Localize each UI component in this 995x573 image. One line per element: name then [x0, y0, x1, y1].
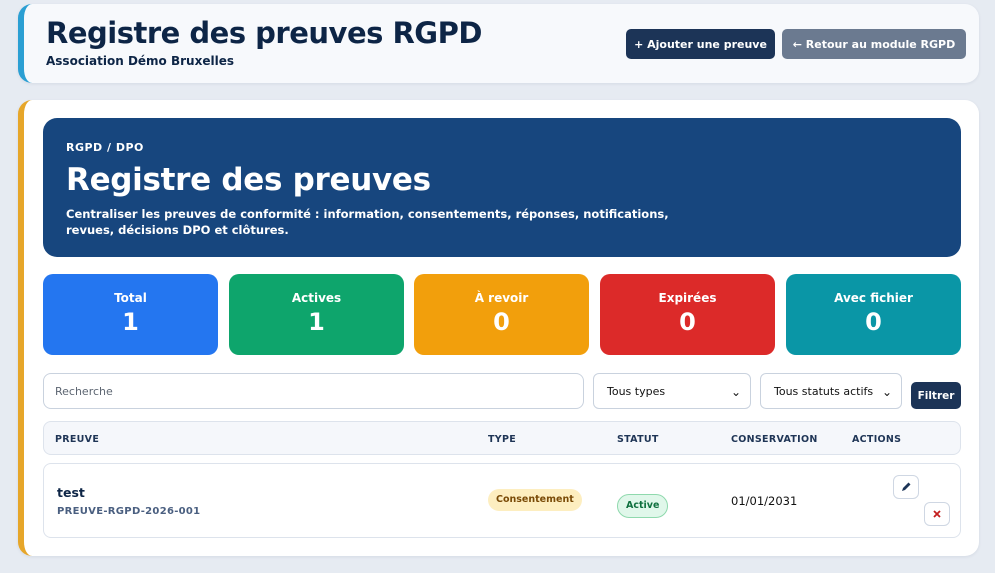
hero-banner: RGPD / DPO Registre des preuves Centrali… — [43, 118, 961, 257]
back-to-module-button[interactable]: ← Retour au module RGPD — [782, 29, 966, 59]
stat-card-to-review: À revoir 0 — [414, 274, 589, 355]
chevron-down-icon: ⌄ — [730, 385, 741, 399]
stat-label: Total — [114, 291, 147, 305]
proof-reference: PREUVE-RGPD-2026-001 — [57, 506, 201, 517]
filter-button[interactable]: Filtrer — [911, 382, 961, 409]
stat-card-actives: Actives 1 — [229, 274, 404, 355]
add-proof-button[interactable]: + Ajouter une preuve — [626, 29, 775, 59]
conservation-date: 01/01/2031 — [731, 494, 798, 508]
column-header-status: STATUT — [617, 434, 659, 445]
stat-value: 0 — [679, 308, 696, 336]
edit-button[interactable] — [893, 475, 919, 499]
organization-name: Association Démo Bruxelles — [46, 54, 234, 68]
stat-card-expired: Expirées 0 — [600, 274, 775, 355]
search-input[interactable] — [43, 373, 584, 409]
status-badge: Active — [617, 494, 669, 518]
pencil-icon — [902, 482, 911, 491]
column-header-conservation: CONSERVATION — [731, 434, 818, 445]
type-select[interactable]: Tous types ⌄ — [593, 373, 751, 409]
stat-label: Avec fichier — [834, 291, 913, 305]
column-header-proof: PREUVE — [55, 434, 100, 445]
stat-card-total: Total 1 — [43, 274, 218, 355]
stat-label: À revoir — [474, 291, 529, 305]
status-select-value: Tous statuts actifs — [774, 384, 874, 398]
stat-value: 1 — [308, 308, 325, 336]
type-select-value: Tous types — [607, 384, 666, 398]
stat-value: 0 — [865, 308, 882, 336]
hero-description: Centraliser les preuves de conformité : … — [66, 207, 669, 237]
type-badge: Consentement — [488, 489, 582, 511]
table-header: PREUVE TYPE STATUT CONSERVATION ACTIONS — [43, 421, 961, 455]
close-icon — [933, 510, 941, 518]
chevron-down-icon: ⌄ — [881, 385, 892, 399]
stat-card-with-file: Avec fichier 0 — [786, 274, 961, 355]
stat-label: Expirées — [658, 291, 717, 305]
column-header-type: TYPE — [488, 434, 517, 445]
page-title: Registre des preuves RGPD — [46, 16, 482, 50]
hero-title: Registre des preuves — [66, 162, 431, 198]
status-select[interactable]: Tous statuts actifs ⌄ — [760, 373, 902, 409]
proof-title: test — [57, 485, 85, 500]
hero-kicker: RGPD / DPO — [66, 141, 144, 154]
stat-value: 1 — [122, 308, 139, 336]
delete-button[interactable] — [924, 502, 950, 526]
main-panel: RGPD / DPO Registre des preuves Centrali… — [18, 100, 979, 556]
page-header: Registre des preuves RGPD Association Dé… — [18, 4, 979, 83]
stat-label: Actives — [291, 291, 342, 305]
column-header-actions: ACTIONS — [852, 434, 902, 445]
stat-value: 0 — [493, 308, 510, 336]
table-row: test PREUVE-RGPD-2026-001 Consentement A… — [43, 463, 961, 538]
